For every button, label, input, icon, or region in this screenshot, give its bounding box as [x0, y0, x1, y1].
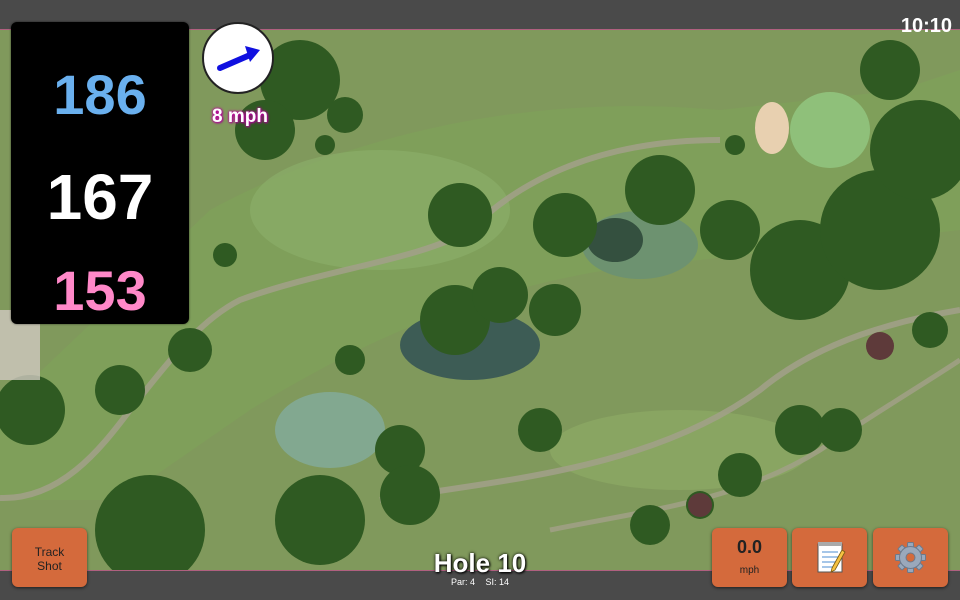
track-shot-button[interactable]: Track Shot: [12, 528, 87, 587]
hole-par: Par: 4: [450, 577, 475, 587]
track-shot-label-line2: Shot: [37, 559, 62, 573]
hole-par-si: Par: 4 SI: 14: [380, 577, 580, 587]
hole-title: Hole 10: [433, 548, 527, 578]
shot-speed-button[interactable]: 0.0 mph: [712, 528, 787, 587]
wind-speed-label: 8 mph: [212, 106, 268, 127]
distance-front: 153: [53, 259, 147, 322]
wind-direction-indicator: [202, 22, 274, 94]
settings-button[interactable]: [873, 528, 948, 587]
notepad-icon: [817, 542, 846, 573]
speed-unit: mph: [739, 565, 760, 576]
notes-button[interactable]: [792, 528, 867, 587]
track-shot-label-line1: Track: [34, 545, 65, 559]
hole-stroke-index: SI: 14: [485, 577, 510, 587]
distance-middle: 167: [46, 161, 154, 233]
speed-value: 0.0: [736, 537, 763, 557]
distance-panel: 186 167 153: [11, 22, 189, 324]
clock-time: 10:10: [900, 15, 952, 37]
wind-arrow-icon: [217, 46, 260, 71]
distance-back: 186: [53, 63, 147, 126]
gear-icon: [895, 542, 926, 573]
